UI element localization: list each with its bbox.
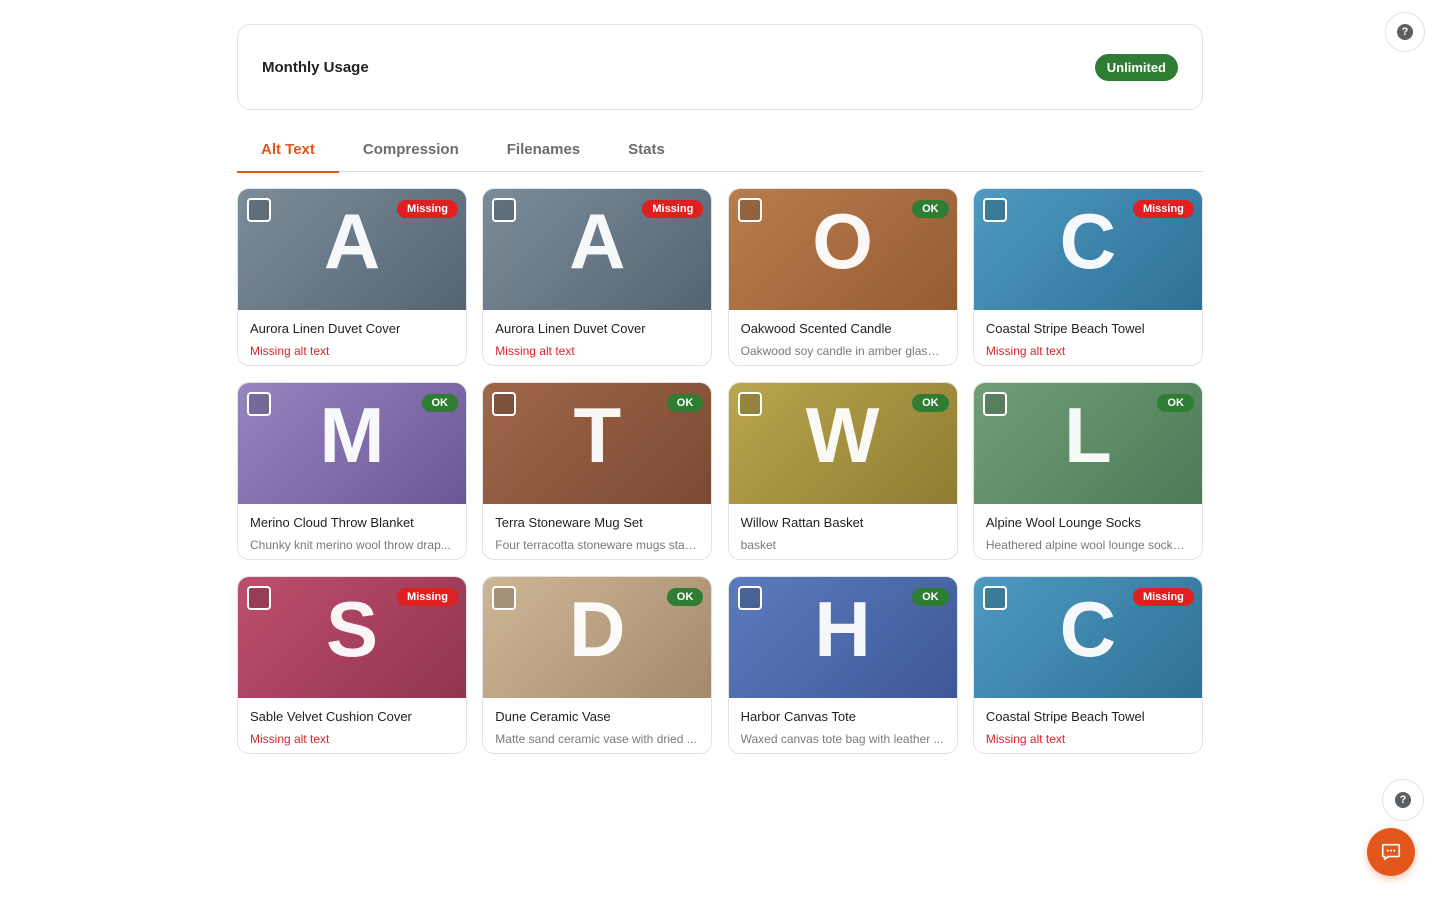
product-card[interactable]: W OK Willow Rattan Basket basket (727, 382, 958, 560)
thumbnail-letter: L (1064, 390, 1112, 479)
product-thumbnail[interactable]: L OK (973, 383, 1202, 504)
chat-launcher-button[interactable] (1367, 828, 1415, 876)
select-checkbox[interactable] (737, 586, 762, 610)
product-card[interactable]: D OK Dune Ceramic Vase Matte sand cerami… (482, 576, 713, 754)
thumbnail-letter: S (325, 584, 379, 673)
product-card[interactable]: H OK Harbor Canvas Tote Waxed canvas tot… (727, 576, 958, 754)
tab-alt-text[interactable]: Alt Text (237, 126, 339, 173)
product-name: Sable Velvet Cushion Cover (250, 709, 412, 724)
product-thumbnail[interactable]: H OK (728, 577, 957, 698)
thumbnail-letter: M (319, 390, 385, 479)
product-thumbnail[interactable]: A Missing (238, 189, 466, 310)
monthly-usage-card: Monthly Usage Unlimited (237, 24, 1203, 110)
thumbnail-letter: W (805, 390, 880, 479)
question-circle-icon: ? (1395, 792, 1411, 808)
product-card[interactable]: C Missing Coastal Stripe Beach Towel Mis… (972, 576, 1203, 754)
thumbnail-letter: A (569, 196, 626, 285)
alt-text-preview: Chunky knit merino wool throw drap... (250, 538, 451, 552)
status-badge: OK (666, 394, 704, 412)
product-thumbnail[interactable]: C Missing (973, 577, 1202, 698)
thumbnail-letter: T (573, 390, 622, 479)
status-badge: OK (421, 394, 458, 412)
alt-text-preview: Matte sand ceramic vase with dried ... (495, 732, 697, 746)
select-checkbox[interactable] (492, 198, 517, 222)
status-badge: OK (912, 588, 949, 606)
product-name: Alpine Wool Lounge Socks (985, 515, 1142, 530)
select-checkbox[interactable] (737, 392, 762, 416)
product-thumbnail[interactable]: M OK (238, 383, 466, 504)
select-checkbox[interactable] (982, 392, 1007, 416)
usage-title: Monthly Usage (262, 58, 369, 76)
chat-bubble-icon (1381, 843, 1401, 861)
product-thumbnail[interactable]: W OK (728, 383, 957, 504)
select-checkbox[interactable] (982, 586, 1007, 610)
status-badge: OK (912, 394, 949, 412)
alt-text-preview: Oakwood soy candle in amber glass ... (740, 344, 945, 358)
product-name: Terra Stoneware Mug Set (495, 515, 643, 530)
product-card[interactable]: A Missing Aurora Linen Duvet Cover Missi… (237, 188, 467, 366)
select-checkbox[interactable] (492, 392, 517, 416)
status-badge: Missing (1132, 588, 1194, 606)
select-checkbox[interactable] (247, 392, 271, 416)
thumbnail-letter: H (814, 584, 871, 673)
select-checkbox[interactable] (492, 586, 517, 610)
status-badge: Missing (642, 200, 704, 218)
product-grid: A Missing Aurora Linen Duvet Cover Missi… (237, 188, 1203, 754)
usage-plan-badge: Unlimited (1094, 53, 1178, 81)
thumbnail-letter: D (569, 584, 626, 673)
help-button-top[interactable]: ? (1385, 12, 1425, 52)
alt-text-preview: Waxed canvas tote bag with leather ... (740, 732, 944, 746)
product-thumbnail[interactable]: O OK (728, 189, 957, 310)
tab-compression[interactable]: Compression (339, 126, 483, 172)
product-name: Aurora Linen Duvet Cover (250, 321, 401, 336)
product-name: Dune Ceramic Vase (495, 709, 611, 724)
alt-text-preview: Missing alt text (250, 732, 330, 746)
product-name: Willow Rattan Basket (740, 515, 864, 530)
product-name: Coastal Stripe Beach Towel (985, 321, 1145, 336)
thumbnail-letter: A (323, 196, 381, 285)
product-name: Aurora Linen Duvet Cover (495, 321, 646, 336)
product-card[interactable]: M OK Merino Cloud Throw Blanket Chunky k… (237, 382, 467, 560)
product-thumbnail[interactable]: S Missing (238, 577, 466, 698)
alt-text-preview: Heathered alpine wool lounge socks ... (985, 538, 1190, 552)
product-name: Merino Cloud Throw Blanket (250, 515, 414, 530)
select-checkbox[interactable] (737, 198, 762, 222)
product-card[interactable]: S Missing Sable Velvet Cushion Cover Mis… (237, 576, 467, 754)
status-badge: OK (1157, 394, 1194, 412)
status-badge: Missing (397, 200, 458, 218)
select-checkbox[interactable] (982, 198, 1007, 222)
product-card[interactable]: O OK Oakwood Scented Candle Oakwood soy … (727, 188, 958, 366)
alt-text-preview: Missing alt text (250, 344, 330, 358)
product-card[interactable]: T OK Terra Stoneware Mug Set Four terrac… (482, 382, 713, 560)
status-badge: OK (912, 200, 949, 218)
product-thumbnail[interactable]: C Missing (973, 189, 1202, 310)
status-badge: Missing (1132, 200, 1194, 218)
alt-text-preview: Missing alt text (985, 344, 1066, 358)
product-card[interactable]: A Missing Aurora Linen Duvet Cover Missi… (482, 188, 713, 366)
alt-text-preview: Missing alt text (985, 732, 1066, 746)
question-circle-icon: ? (1397, 24, 1413, 40)
tab-filenames[interactable]: Filenames (483, 126, 604, 172)
thumbnail-letter: C (1059, 584, 1117, 673)
product-name: Coastal Stripe Beach Towel (985, 709, 1145, 724)
product-name: Harbor Canvas Tote (740, 709, 856, 724)
select-checkbox[interactable] (247, 586, 271, 610)
product-thumbnail[interactable]: D OK (483, 577, 712, 698)
select-checkbox[interactable] (247, 198, 271, 222)
status-badge: Missing (397, 588, 458, 606)
product-thumbnail[interactable]: T OK (483, 383, 712, 504)
alt-text-preview: basket (740, 538, 776, 552)
thumbnail-letter: O (812, 196, 873, 285)
thumbnail-letter: C (1059, 196, 1117, 285)
product-name: Oakwood Scented Candle (740, 321, 892, 336)
alt-text-preview: Four terracotta stoneware mugs stac... (495, 538, 700, 552)
tab-bar: Alt Text Compression Filenames Stats (237, 126, 1203, 173)
status-badge: OK (666, 588, 704, 606)
product-thumbnail[interactable]: A Missing (483, 189, 712, 310)
product-card[interactable]: C Missing Coastal Stripe Beach Towel Mis… (972, 188, 1203, 366)
help-button-bottom[interactable]: ? (1382, 779, 1424, 821)
alt-text-preview: Missing alt text (495, 344, 575, 358)
product-card[interactable]: L OK Alpine Wool Lounge Socks Heathered … (972, 382, 1203, 560)
tab-stats[interactable]: Stats (604, 126, 689, 172)
